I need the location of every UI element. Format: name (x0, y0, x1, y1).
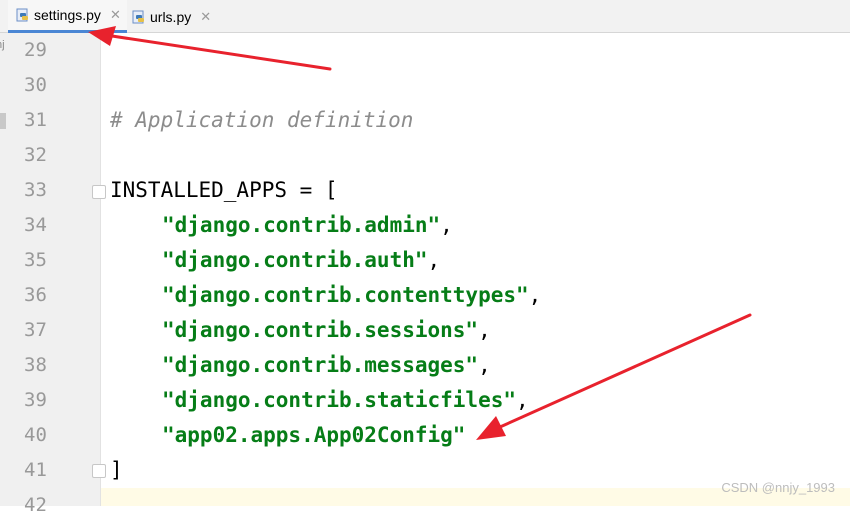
arrow-to-settings-tab (88, 26, 332, 71)
arrow-to-app02-config (476, 313, 752, 440)
annotation-arrows (88, 26, 752, 440)
